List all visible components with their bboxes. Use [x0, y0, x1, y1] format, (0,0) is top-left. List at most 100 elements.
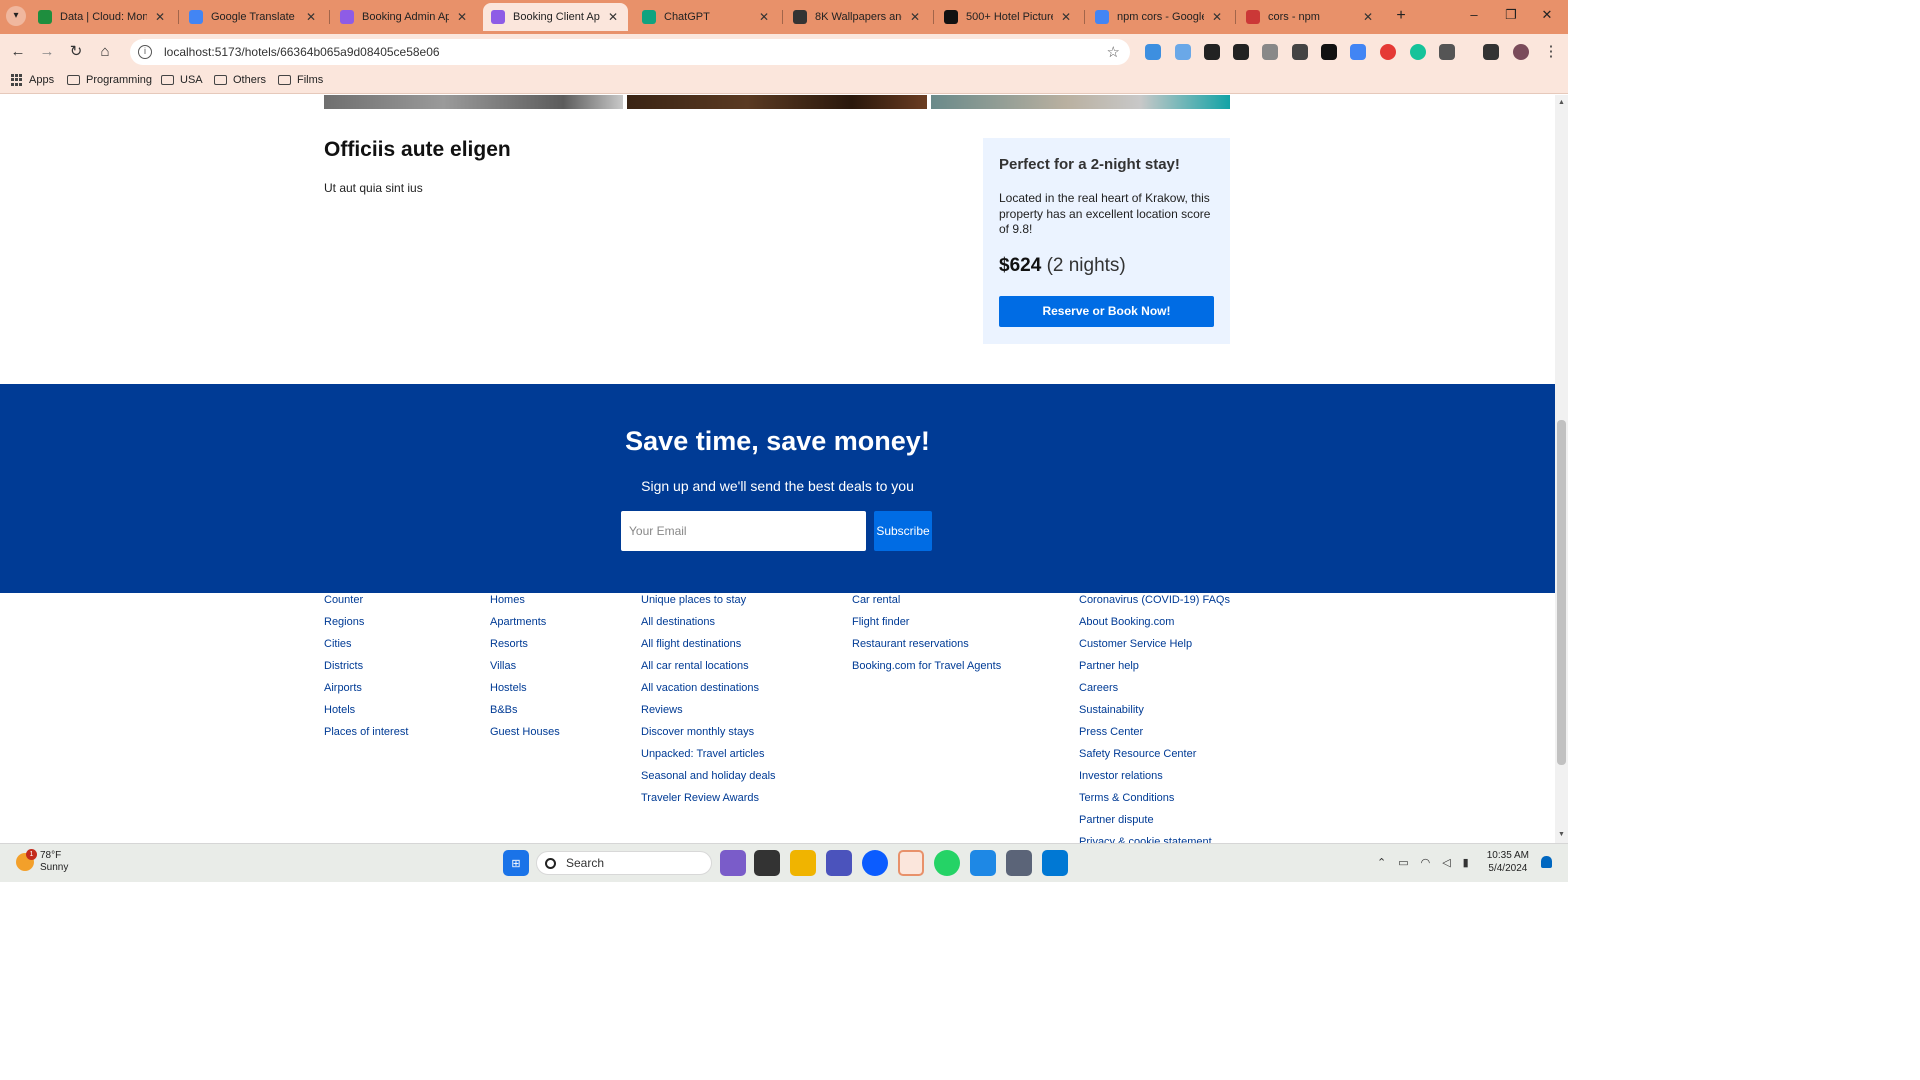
tab-close-icon[interactable]: ✕ [455, 10, 469, 24]
footer-link[interactable]: Sustainability [1079, 703, 1230, 725]
browser-tab[interactable]: Google Translate ✕ [181, 3, 326, 31]
footer-link[interactable]: All car rental locations [641, 659, 776, 681]
grammarly-extension-icon[interactable] [1410, 44, 1426, 60]
chevron-up-icon[interactable]: ⌃ [1377, 856, 1386, 869]
home-icon[interactable]: ⌂ [95, 42, 115, 62]
browser-tab[interactable]: cors - npm ✕ [1238, 3, 1383, 31]
tab-close-icon[interactable]: ✕ [1059, 10, 1073, 24]
taskbar-search[interactable]: Search [536, 851, 712, 875]
extension-icon[interactable] [1380, 44, 1396, 60]
reserve-button[interactable]: Reserve or Book Now! [999, 296, 1214, 327]
footer-link[interactable]: Privacy & cookie statement [1079, 835, 1230, 843]
footer-link[interactable]: About Booking.com [1079, 615, 1230, 637]
footer-link[interactable]: Guest Houses [490, 725, 560, 747]
browser-tab[interactable]: Booking Admin App ✕ [332, 3, 477, 31]
bookmark-apps[interactable]: Apps [11, 74, 54, 86]
footer-link[interactable]: Homes [490, 593, 560, 615]
page-scrollbar[interactable]: ▲ ▼ [1555, 95, 1568, 843]
tab-close-icon[interactable]: ✕ [606, 10, 620, 24]
footer-link[interactable]: Reviews [641, 703, 776, 725]
footer-link[interactable]: Customer Service Help [1079, 637, 1230, 659]
battery-icon[interactable]: ▭ [1398, 856, 1408, 869]
reload-icon[interactable]: ↻ [66, 42, 86, 62]
tab-search-dropdown-icon[interactable]: ▾ [6, 6, 26, 26]
tab-close-icon[interactable]: ✕ [757, 10, 771, 24]
extension-icon[interactable] [1262, 44, 1278, 60]
footer-link[interactable]: Careers [1079, 681, 1230, 703]
footer-link[interactable]: Unpacked: Travel articles [641, 747, 776, 769]
extension-icon[interactable] [1233, 44, 1249, 60]
profile-avatar[interactable] [1513, 44, 1529, 60]
footer-link[interactable]: All vacation destinations [641, 681, 776, 703]
footer-link[interactable]: Booking.com for Travel Agents [852, 659, 1001, 681]
footer-link[interactable]: Traveler Review Awards [641, 791, 776, 813]
footer-link[interactable]: Safety Resource Center [1079, 747, 1230, 769]
browser-tab[interactable]: Data | Cloud: MongoDB ✕ [30, 3, 175, 31]
zoom-icon[interactable] [862, 850, 888, 876]
url-text[interactable]: localhost:5173/hotels/66364b065a9d08405c… [164, 45, 440, 59]
restore-button[interactable]: ❐ [1501, 7, 1521, 23]
footer-link[interactable]: B&Bs [490, 703, 560, 725]
browser-menu-icon[interactable]: ⋮ [1541, 42, 1561, 62]
clock[interactable]: 10:35 AM 5/4/2024 [1487, 849, 1529, 875]
weather-widget[interactable]: 1 78°F Sunny [16, 849, 68, 874]
translate-extension-icon[interactable] [1350, 44, 1366, 60]
copilot-icon[interactable] [720, 850, 746, 876]
close-window-button[interactable]: ✕ [1537, 7, 1557, 23]
extensions-puzzle-icon[interactable] [1439, 44, 1455, 60]
footer-link[interactable]: Airports [324, 681, 408, 703]
footer-link[interactable]: Resorts [490, 637, 560, 659]
footer-link[interactable]: Flight finder [852, 615, 1001, 637]
browser-tab[interactable]: Booking Client App ✕ [483, 3, 628, 31]
eyedropper-extension-icon[interactable] [1204, 44, 1220, 60]
tab-close-icon[interactable]: ✕ [153, 10, 167, 24]
wifi-icon[interactable]: ◠ [1421, 856, 1431, 869]
footer-link[interactable]: Villas [490, 659, 560, 681]
extension-icon[interactable] [1292, 44, 1308, 60]
footer-link[interactable]: Unique places to stay [641, 593, 776, 615]
site-info-icon[interactable]: i [138, 45, 152, 59]
footer-link[interactable]: Cities [324, 637, 408, 659]
minimize-button[interactable]: – [1464, 7, 1484, 22]
bookmark-folder-usa[interactable]: USA [161, 74, 203, 86]
file-explorer-icon[interactable] [790, 850, 816, 876]
forward-icon[interactable]: → [37, 42, 57, 62]
app-icon[interactable] [1006, 850, 1032, 876]
footer-link[interactable]: Terms & Conditions [1079, 791, 1230, 813]
footer-link[interactable]: Partner help [1079, 659, 1230, 681]
hotel-image[interactable] [931, 95, 1230, 109]
footer-link[interactable]: All destinations [641, 615, 776, 637]
vscode-icon[interactable] [1042, 850, 1068, 876]
subscribe-button[interactable]: Subscribe [874, 511, 932, 551]
bookmark-folder-films[interactable]: Films [278, 74, 323, 86]
terminal-icon[interactable] [754, 850, 780, 876]
footer-link[interactable]: Regions [324, 615, 408, 637]
footer-link[interactable]: Discover monthly stays [641, 725, 776, 747]
footer-link[interactable]: Hostels [490, 681, 560, 703]
download-icon[interactable] [1483, 44, 1499, 60]
browser-tab[interactable]: ChatGPT ✕ [634, 3, 779, 31]
extension-icon[interactable] [1175, 44, 1191, 60]
back-icon[interactable]: ← [8, 42, 28, 62]
footer-link[interactable]: Counter [324, 593, 408, 615]
tab-close-icon[interactable]: ✕ [1210, 10, 1224, 24]
tab-close-icon[interactable]: ✕ [1361, 10, 1375, 24]
tab-close-icon[interactable]: ✕ [908, 10, 922, 24]
footer-link[interactable]: Hotels [324, 703, 408, 725]
email-input[interactable] [621, 511, 866, 551]
footer-link[interactable]: Car rental [852, 593, 1001, 615]
address-bar[interactable]: i localhost:5173/hotels/66364b065a9d0840… [130, 39, 1130, 65]
footer-link[interactable]: Restaurant reservations [852, 637, 1001, 659]
teams-icon[interactable] [826, 850, 852, 876]
new-tab-button[interactable]: + [1392, 7, 1410, 25]
extension-icon[interactable] [1321, 44, 1337, 60]
browser-tab[interactable]: 8K Wallpapers and Ba ✕ [785, 3, 930, 31]
hotel-image[interactable] [627, 95, 927, 109]
scrollbar-thumb[interactable] [1557, 420, 1566, 765]
footer-link[interactable]: Investor relations [1079, 769, 1230, 791]
browser-tab[interactable]: 500+ Hotel Pictures | ✕ [936, 3, 1081, 31]
browser-tab[interactable]: npm cors - Google Se ✕ [1087, 3, 1232, 31]
footer-link[interactable]: Districts [324, 659, 408, 681]
scroll-up-arrow-icon[interactable]: ▲ [1558, 99, 1565, 106]
bookmark-folder-others[interactable]: Others [214, 74, 266, 86]
